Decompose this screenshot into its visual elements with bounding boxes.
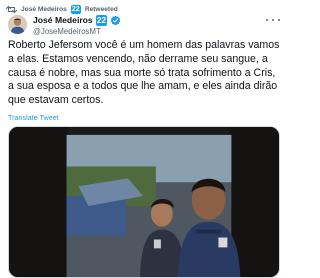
retweeter-number-badge: 22	[70, 4, 81, 14]
tweet-author: José Medeiros 22 @JoseMedeirosMT	[33, 14, 121, 37]
author-handle[interactable]: @JoseMedeirosMT	[33, 27, 121, 37]
translate-tweet-link[interactable]: Translate Tweet	[8, 113, 59, 122]
tweet-text: Roberto Jefersom você é um homem das pal…	[8, 39, 280, 107]
verified-badge-icon	[110, 15, 121, 26]
avatar[interactable]	[8, 15, 27, 34]
more-options-icon[interactable]	[266, 16, 280, 24]
tweet-video-thumbnail[interactable]	[8, 126, 280, 278]
retweeted-label: Retweeted	[84, 5, 118, 13]
author-display-name[interactable]: José Medeiros	[33, 14, 93, 27]
retweeter-name[interactable]: José Medeiros	[21, 6, 67, 13]
author-number-badge: 22	[95, 15, 108, 26]
retweet-icon	[6, 5, 17, 14]
